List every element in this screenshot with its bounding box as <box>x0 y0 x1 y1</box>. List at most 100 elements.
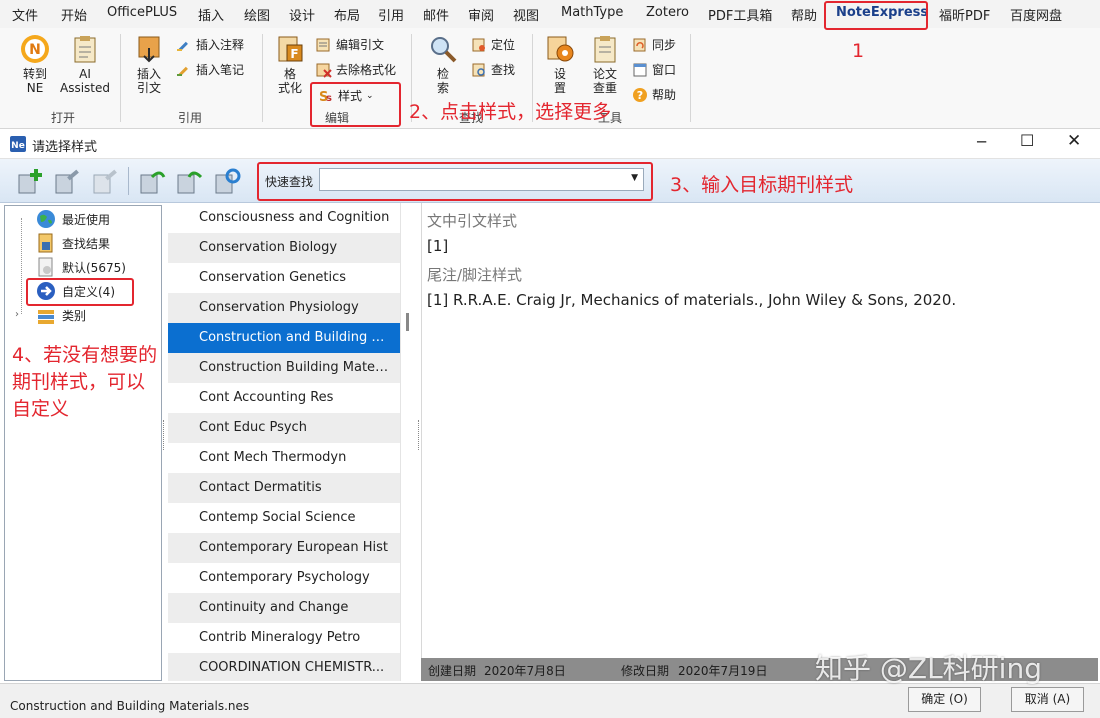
menu-mathtype[interactable]: MathType <box>561 5 623 20</box>
style-list-item[interactable]: Conservation Physiology <box>168 293 400 323</box>
annotation-box-style <box>310 82 401 127</box>
find-button[interactable]: 查找 <box>471 61 515 78</box>
menu-help[interactable]: 帮助 <box>791 5 817 24</box>
format-label: 格 式化 <box>277 67 302 95</box>
menu-zotero[interactable]: Zotero <box>646 5 689 20</box>
menu-layout[interactable]: 布局 <box>334 5 360 24</box>
style-list-item[interactable]: Contemporary Psychology <box>168 563 400 593</box>
group-open-label: 打开 <box>51 111 76 125</box>
style-category-tree: 最近使用 查找结果 默认(5675) 自定义(4) › 类别 <box>4 205 162 681</box>
menu-draw[interactable]: 绘图 <box>244 5 270 24</box>
settings-button[interactable]: 设 置 <box>541 34 579 95</box>
insert-citation-button[interactable]: 插入 引文 <box>130 34 168 95</box>
style-list-item[interactable]: Cont Mech Thermodyn <box>168 443 400 473</box>
list-scrollbar[interactable] <box>400 203 418 681</box>
style-list-item[interactable]: Contemp Social Science <box>168 503 400 533</box>
edit-citation-button[interactable]: 编辑引文 <box>316 36 384 53</box>
remove-format-label: 去除格式化 <box>336 63 397 77</box>
tree-item-recent[interactable]: 最近使用 <box>35 208 110 230</box>
menu-baidu-netdisk[interactable]: 百度网盘 <box>1010 5 1062 24</box>
sync-icon <box>633 38 646 51</box>
refresh-style-icon[interactable] <box>213 167 241 195</box>
endnote-example: [1] R.R.A.E. Craig Jr, Mechanics of mate… <box>427 291 957 309</box>
tree-item-default[interactable]: 默认(5675) <box>35 256 126 278</box>
style-list-item[interactable]: Consciousness and Cognition <box>168 203 400 233</box>
svg-text:Ne: Ne <box>11 141 25 151</box>
search-results-icon <box>38 233 53 253</box>
edit-citation-icon <box>316 38 330 51</box>
clipboard-icon <box>74 36 96 63</box>
menu-file[interactable]: 文件 <box>12 5 38 24</box>
close-button[interactable]: ✕ <box>1067 131 1081 151</box>
style-list-item[interactable]: Conservation Biology <box>168 233 400 263</box>
export-style-icon[interactable] <box>175 167 203 195</box>
search-button[interactable]: 检 索 <box>424 34 462 95</box>
menu-review[interactable]: 审阅 <box>468 5 494 24</box>
style-list-item[interactable]: Contrib Mineralogy Petro <box>168 623 400 653</box>
paper-check-button[interactable]: 论文 查重 <box>586 34 624 95</box>
ai-assisted-label: AI Assisted <box>59 67 110 95</box>
scrollbar-thumb[interactable] <box>406 313 409 331</box>
edit-style-icon[interactable] <box>53 167 81 195</box>
tree-item-label: 默认(5675) <box>62 260 126 275</box>
splitter-handle[interactable] <box>163 420 166 450</box>
menu-officeplus[interactable]: OfficePLUS <box>107 5 177 20</box>
pen-icon <box>177 66 188 76</box>
status-file-name: Construction and Building Materials.nes <box>10 699 250 713</box>
sync-label: 同步 <box>652 38 677 52</box>
help-icon: ? <box>633 87 647 102</box>
menu-view[interactable]: 视图 <box>513 5 539 24</box>
style-list-item[interactable]: Contemporary European Hist <box>168 533 400 563</box>
format-button[interactable]: F 格 式化 <box>271 34 309 95</box>
add-style-icon[interactable] <box>16 167 44 195</box>
svg-text:F: F <box>290 47 298 61</box>
style-list-item[interactable]: Construction Building Materi... <box>168 353 400 383</box>
help-button[interactable]: ? 帮助 <box>632 86 676 103</box>
insert-memo-button[interactable]: 插入笔记 <box>176 61 244 78</box>
remove-format-button[interactable]: 去除格式化 <box>316 61 396 78</box>
menu-mailings[interactable]: 邮件 <box>423 5 449 24</box>
pencil-icon <box>177 41 188 51</box>
ok-button[interactable]: 确定 (O) <box>908 687 981 712</box>
menu-references[interactable]: 引用 <box>378 5 404 24</box>
insert-note-button[interactable]: 插入注释 <box>176 36 244 53</box>
sync-button[interactable]: 同步 <box>632 36 676 53</box>
annotation-step4-line1: 4、若没有想要的 <box>12 344 158 366</box>
annotation-box-quick-find <box>257 162 653 201</box>
delete-style-icon[interactable] <box>91 167 119 195</box>
style-list-item[interactable]: Continuity and Change <box>168 593 400 623</box>
style-list-item[interactable]: Conservation Genetics <box>168 263 400 293</box>
minimize-button[interactable]: ─ <box>977 133 986 151</box>
annotation-step4-line2: 期刊样式，可以 <box>12 371 146 393</box>
import-style-icon[interactable] <box>138 167 166 195</box>
goto-ne-button[interactable]: N 转到 NE <box>16 34 54 95</box>
menu-pdf-toolbox[interactable]: PDF工具箱 <box>708 5 772 24</box>
ai-assisted-button[interactable]: AI Assisted <box>58 34 112 95</box>
window-icon <box>633 63 647 76</box>
expand-arrow-icon[interactable]: › <box>15 309 19 320</box>
style-list-item[interactable]: Cont Accounting Res <box>168 383 400 413</box>
style-preview-pane: 文中引文样式 [1] 尾注/脚注样式 [1] R.R.A.E. Craig Jr… <box>421 203 1098 658</box>
books-icon <box>38 310 54 324</box>
locate-button[interactable]: 定位 <box>471 36 515 53</box>
tree-item-search-results[interactable]: 查找结果 <box>35 232 110 254</box>
menu-insert[interactable]: 插入 <box>198 5 224 24</box>
svg-text:?: ? <box>637 89 643 102</box>
in-text-example: [1] <box>427 237 449 255</box>
cancel-button[interactable]: 取消 (A) <box>1011 687 1084 712</box>
group-separator <box>120 34 121 122</box>
menu-foxit-pdf[interactable]: 福昕PDF <box>939 5 990 24</box>
menu-design[interactable]: 设计 <box>289 5 315 24</box>
window-button[interactable]: 窗口 <box>632 61 676 78</box>
maximize-button[interactable]: ☐ <box>1020 131 1034 150</box>
tree-guide-line <box>21 218 22 314</box>
annotation-step4-line3: 自定义 <box>12 398 70 420</box>
menu-home[interactable]: 开始 <box>61 5 87 24</box>
style-list-item[interactable]: COORDINATION CHEMISTR... <box>168 653 400 681</box>
annotation-step3: 3、输入目标期刊样式 <box>670 174 854 196</box>
style-list-item[interactable]: Construction and Building M... <box>168 323 400 353</box>
globe-icon <box>37 210 55 228</box>
style-list-item[interactable]: Contact Dermatitis <box>168 473 400 503</box>
tree-item-category[interactable]: 类别 <box>35 304 86 326</box>
style-list-item[interactable]: Cont Educ Psych <box>168 413 400 443</box>
